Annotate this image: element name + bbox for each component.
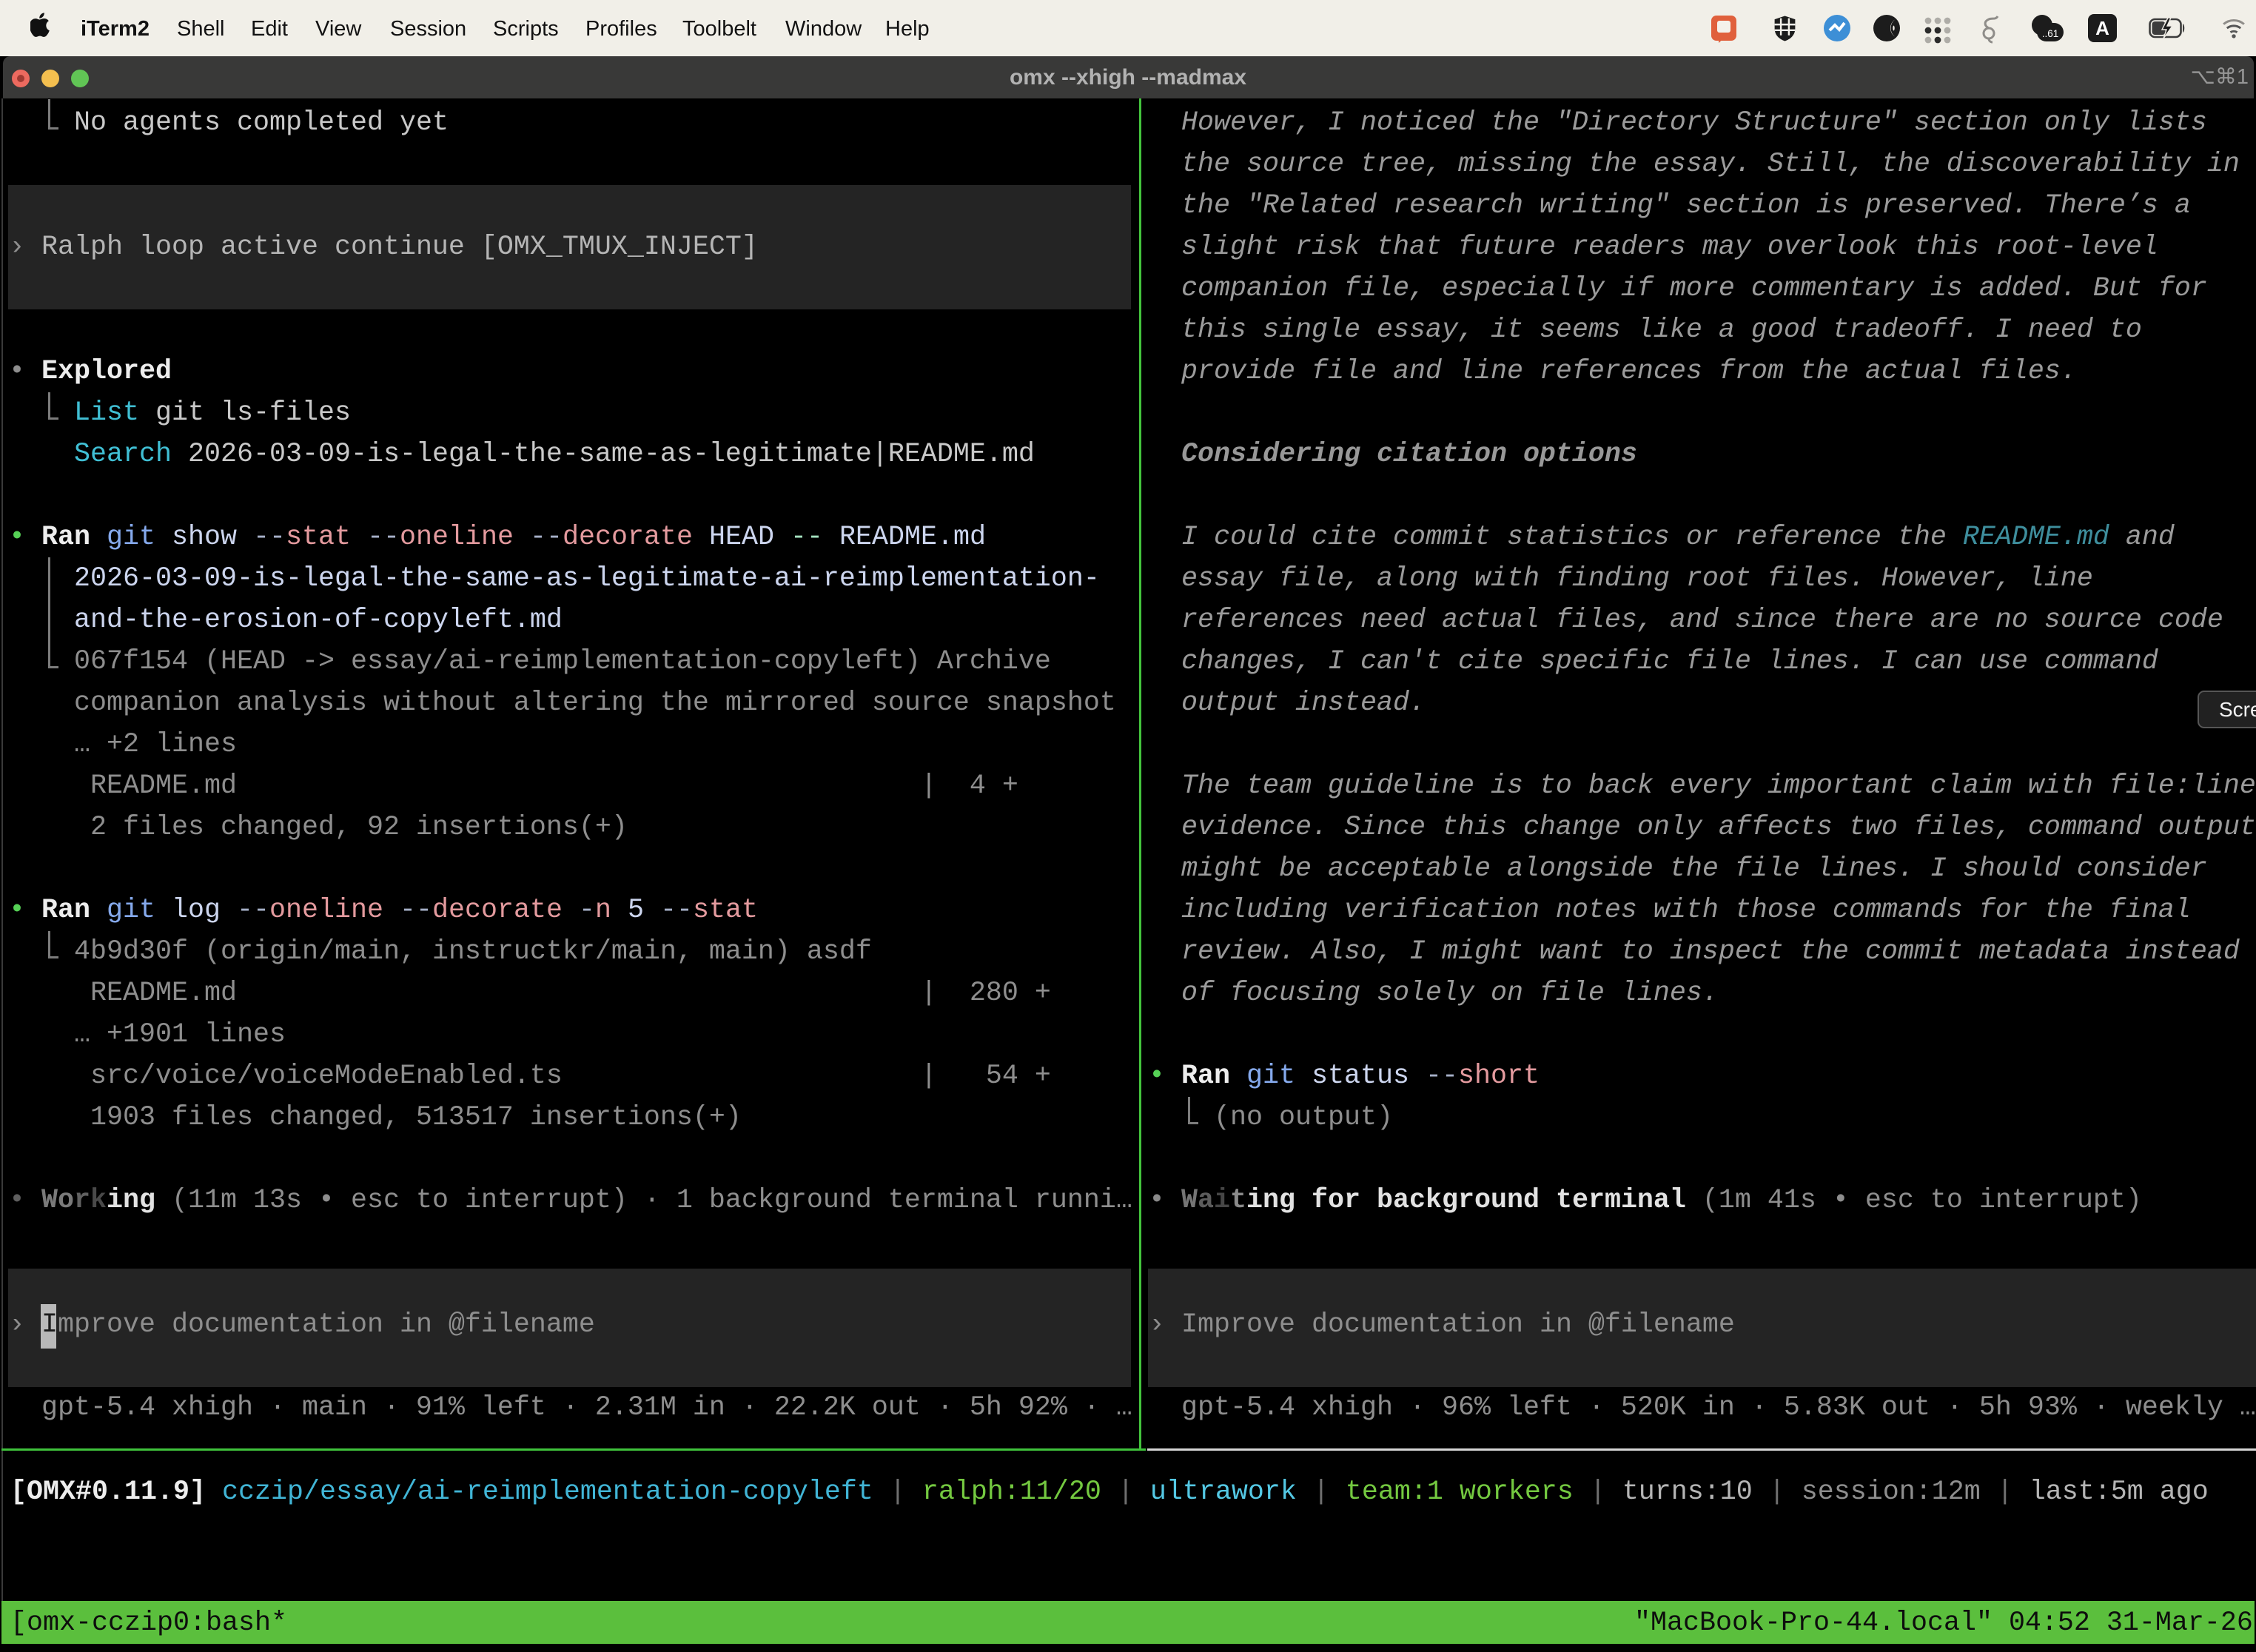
svg-text:..61: ..61 <box>2042 28 2059 39</box>
